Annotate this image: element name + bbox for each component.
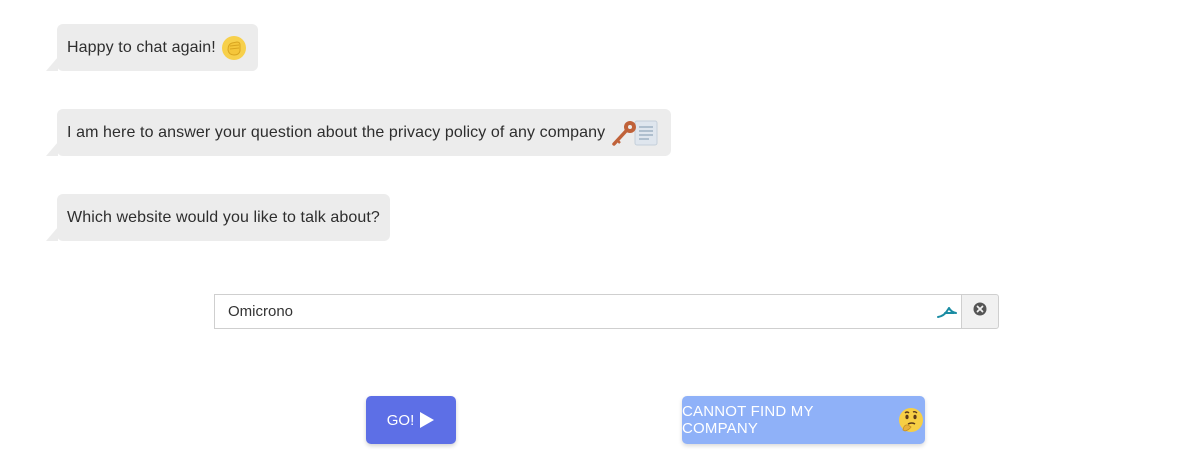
go-button-label: GO! bbox=[386, 411, 415, 429]
company-search-field[interactable] bbox=[214, 294, 961, 329]
chat-message-text: I am here to answer your question about … bbox=[67, 123, 606, 141]
autofill-extension-icon[interactable] bbox=[936, 304, 958, 324]
thinking-face-icon bbox=[897, 406, 925, 434]
chat-bubble-question: Which website would you like to talk abo… bbox=[46, 194, 390, 241]
chat-page: Happy to chat again! I am here to answer… bbox=[0, 0, 1200, 469]
clear-search-button[interactable] bbox=[961, 294, 999, 329]
chat-bubble-intro: I am here to answer your question about … bbox=[45, 109, 672, 156]
company-search-group bbox=[214, 294, 999, 329]
cannot-find-company-label: CANNOT FIND MY COMPANY bbox=[682, 403, 814, 437]
chat-message-text: Which website would you like to talk abo… bbox=[67, 208, 380, 226]
chat-bubble-greeting: Happy to chat again! bbox=[46, 24, 258, 71]
chat-message-text: Happy to chat again! bbox=[67, 38, 216, 56]
key-and-document-icon bbox=[609, 118, 661, 148]
play-icon bbox=[419, 411, 435, 429]
raised-fist-icon bbox=[220, 34, 248, 62]
company-search-input[interactable] bbox=[228, 303, 908, 320]
clear-circle-icon bbox=[973, 302, 987, 321]
go-button[interactable]: GO! bbox=[366, 396, 456, 444]
cannot-find-company-button[interactable]: CANNOT FIND MY COMPANY bbox=[682, 396, 925, 444]
